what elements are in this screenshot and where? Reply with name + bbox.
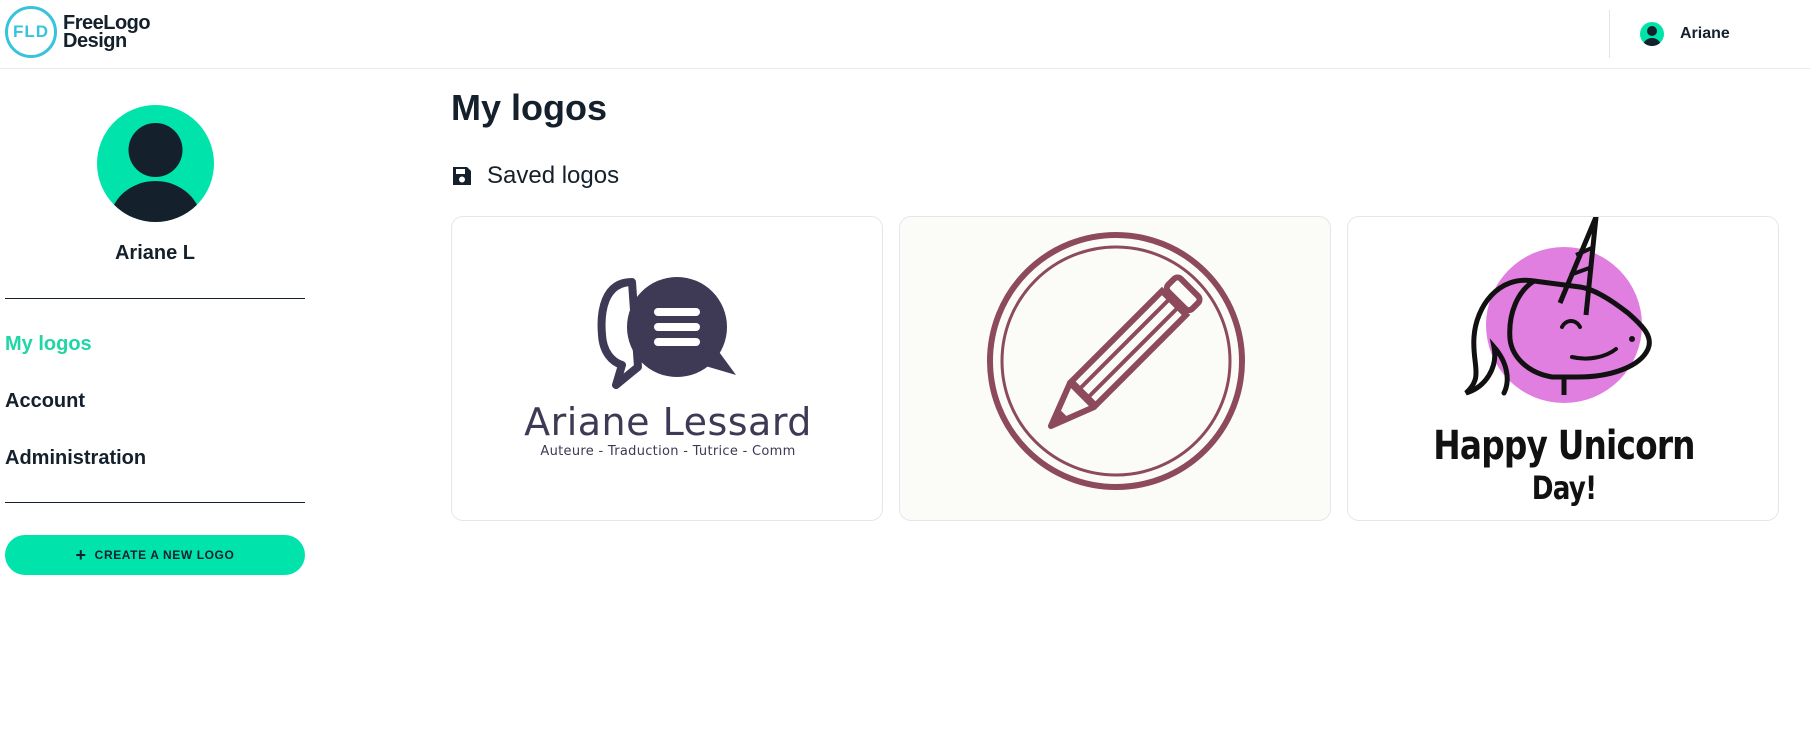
create-new-logo-label: CREATE A NEW LOGO	[94, 548, 235, 562]
sidebar-item-account[interactable]: Account	[5, 390, 85, 413]
sidebar-item-my-logos[interactable]: My logos	[5, 333, 92, 356]
brand-name-line2: Design	[63, 30, 127, 52]
speech-bubbles-icon	[597, 277, 736, 389]
logo-1-tagline: Auteure - Traduction - Tutrice - Comm	[540, 444, 796, 459]
pencil-circle-icon	[987, 232, 1245, 490]
create-new-logo-button[interactable]: + CREATE A NEW LOGO	[5, 535, 305, 575]
brand-logo[interactable]: FLD FreeLogo Design	[5, 6, 151, 58]
top-header: FLD FreeLogo Design Ariane	[0, 0, 1810, 69]
saved-logos-label: Saved logos	[487, 162, 620, 189]
logo-card-3[interactable]: Happy Unicorn Day!	[1347, 216, 1779, 521]
page-title: My logos	[451, 87, 608, 128]
logo-card-1[interactable]: Ariane Lessard Auteure - Traduction - Tu…	[451, 216, 883, 521]
sidebar-divider-top	[5, 298, 305, 299]
logo-3-title: Happy Unicorn	[1433, 423, 1695, 469]
user-menu-name: Ariane	[1680, 25, 1730, 42]
profile-avatar	[97, 105, 214, 222]
sidebar-divider-bottom	[5, 502, 305, 503]
user-menu[interactable]: Ariane	[1640, 20, 1730, 48]
saved-logos-heading: Saved logos	[451, 162, 619, 190]
logo-1-name: Ariane Lessard	[524, 400, 812, 444]
header-divider	[1609, 10, 1610, 58]
fld-logo-icon: FLD	[5, 6, 57, 58]
plus-icon: +	[75, 545, 87, 565]
brand-name: FreeLogo Design	[63, 13, 151, 52]
profile-name: Ariane L	[114, 242, 196, 264]
floppy-disk-icon	[453, 167, 471, 185]
sidebar-item-administration[interactable]: Administration	[5, 447, 146, 470]
logo-card-2[interactable]	[899, 216, 1331, 521]
user-avatar-icon	[1640, 22, 1664, 46]
logo-3-subtitle: Day!	[1531, 469, 1597, 507]
